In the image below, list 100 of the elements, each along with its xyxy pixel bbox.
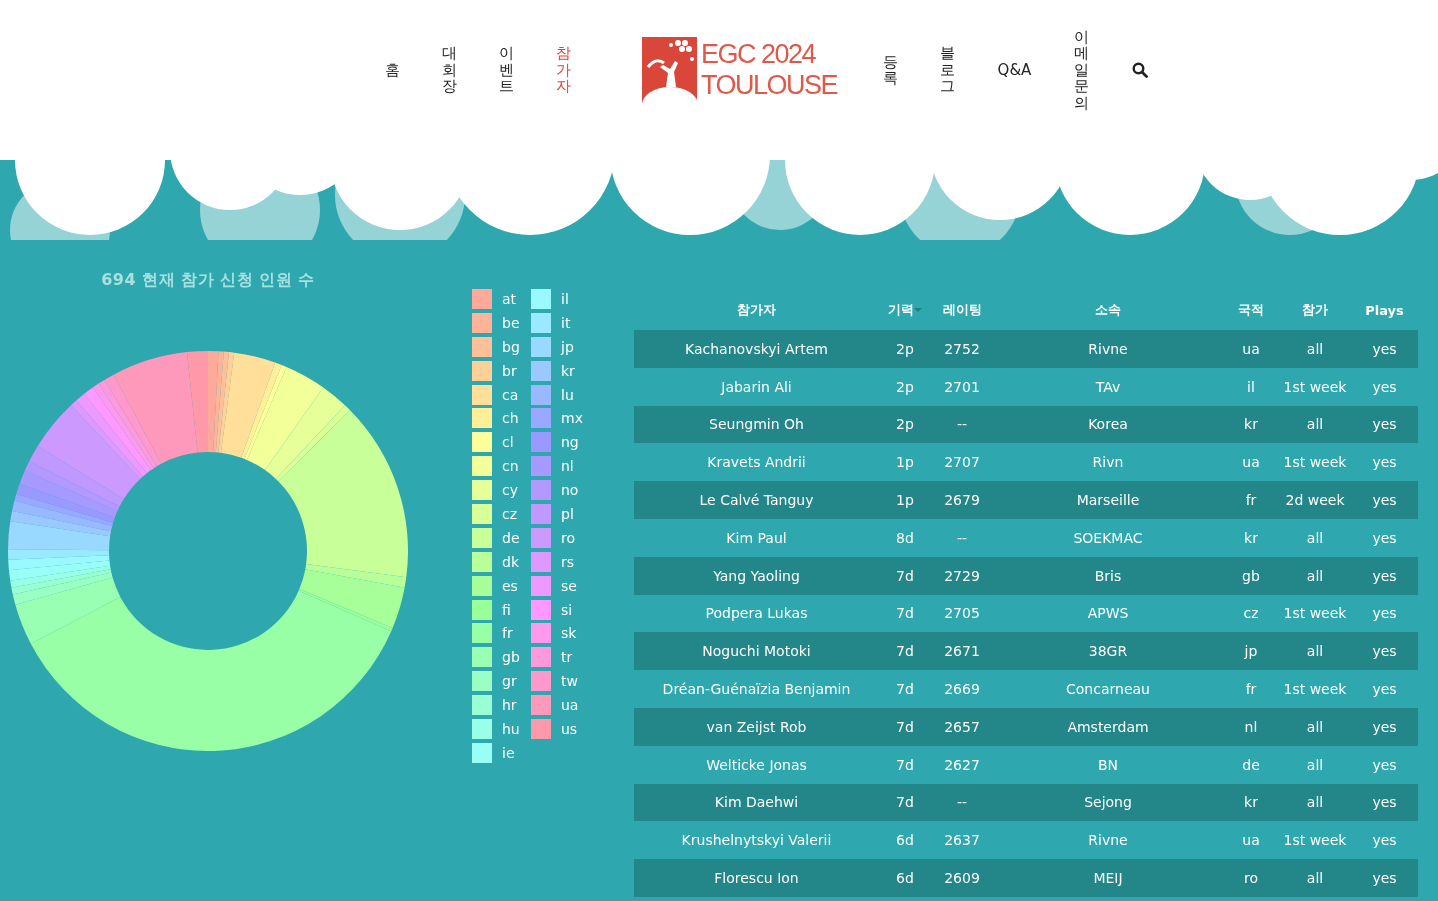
table-cell: Rivn [1092, 454, 1124, 471]
table-cell: -- [956, 529, 968, 546]
legend-label: fi [502, 601, 511, 618]
chart-title: 694 현재 참가 신청 인원 수 [101, 270, 315, 291]
table-cell: Amsterdam [1067, 718, 1149, 735]
column-header[interactable]: 기력 [888, 301, 914, 319]
table-cell: 1p [896, 454, 914, 471]
nav-link[interactable]: 블로그 [940, 45, 955, 95]
legend-label: no [561, 482, 579, 499]
table-cell: il [1247, 378, 1255, 395]
table-cell: 2669 [944, 681, 980, 698]
table-cell: 2637 [944, 832, 980, 849]
table-cell: yes [1372, 870, 1397, 887]
legend-label: cn [502, 458, 519, 475]
legend-label: nl [561, 458, 574, 475]
table-cell: Marseille [1076, 492, 1140, 509]
table-cell: 2609 [944, 870, 980, 887]
table-cell: Yang Yaoling [713, 567, 800, 584]
nav-link[interactable]: 대회장 [442, 45, 457, 95]
legend-label: be [502, 314, 520, 331]
table-cell: all [1306, 870, 1324, 887]
nav-link[interactable]: 이벤트 [499, 45, 514, 95]
table-cell: all [1306, 416, 1324, 433]
table-cell: 7d [896, 605, 914, 622]
table-cell: yes [1372, 605, 1397, 622]
nav-link[interactable]: 홈 [385, 61, 400, 79]
table-cell: fr [1245, 681, 1257, 698]
logo-subtitle: TOULOUSE [701, 70, 838, 102]
table-cell: yes [1372, 643, 1397, 660]
legend-label: ro [561, 529, 575, 546]
legend-label: ua [561, 697, 579, 714]
table-cell: -- [956, 794, 968, 811]
legend-label: es [502, 577, 518, 594]
nav-link[interactable]: 등록 [883, 53, 898, 87]
table-cell: yes [1372, 794, 1397, 811]
nav-link[interactable]: 이메일문의 [1074, 28, 1089, 112]
nav-link[interactable]: Q&A [997, 61, 1032, 79]
table-cell: 2752 [944, 340, 980, 357]
table-cell: yes [1372, 832, 1397, 849]
table-cell: ua [1242, 832, 1260, 849]
legend-label: ng [561, 434, 579, 451]
table-cell: Welticke Jonas [706, 756, 807, 773]
column-header[interactable]: Plays [1365, 302, 1404, 318]
table-cell: ro [1244, 870, 1258, 887]
table-cell: 1st week [1283, 378, 1347, 395]
legend-label: gr [502, 673, 517, 690]
legend-label: tr [561, 649, 573, 666]
legend-label: br [502, 362, 517, 379]
table-cell: yes [1372, 756, 1397, 773]
legend-label: il [561, 290, 569, 307]
legend-label: rs [561, 553, 575, 570]
legend-label: fr [502, 625, 513, 642]
table-cell: Rivne [1088, 832, 1128, 849]
table-cell: all [1306, 643, 1324, 660]
table-cell: 6d [896, 832, 914, 849]
table-cell: 7d [896, 756, 914, 773]
logo-emblem-icon [642, 37, 697, 103]
column-header[interactable]: 참가 [1302, 302, 1328, 317]
table-cell: Sejong [1084, 794, 1132, 811]
table-cell: 1p [896, 492, 914, 509]
table-cell: 2p [896, 340, 914, 357]
table-cell: 8d [896, 529, 914, 546]
table-cell: kr [1244, 416, 1258, 433]
column-header[interactable]: 소속 [1095, 302, 1121, 317]
column-header[interactable]: 레이팅 [942, 302, 982, 317]
legend-label: tw [561, 673, 578, 690]
table-cell: 7d [896, 567, 914, 584]
table-cell: 2p [896, 416, 914, 433]
column-header[interactable]: 국적 [1238, 302, 1264, 317]
table-cell: yes [1372, 718, 1397, 735]
table-cell: yes [1372, 681, 1397, 698]
table-cell: BN [1097, 756, 1119, 773]
table-cell: cz [1243, 605, 1259, 622]
table-cell: Concarneau [1066, 681, 1150, 698]
legend-label: ie [502, 744, 515, 761]
table-cell: nl [1244, 718, 1258, 735]
table-cell: 38GR [1088, 643, 1128, 660]
legend-label: it [561, 314, 571, 331]
legend-label: kr [561, 362, 575, 379]
search-icon[interactable] [1131, 62, 1148, 78]
table-cell: Le Calvé Tanguy [699, 492, 814, 509]
table-cell: Kachanovskyi Artem [685, 340, 828, 357]
legend-label: gb [502, 649, 520, 666]
table-cell: 2701 [944, 378, 980, 395]
table-cell: 7d [896, 718, 914, 735]
table-cell: kr [1244, 529, 1258, 546]
table-cell: kr [1244, 794, 1258, 811]
table-cell: Korea [1088, 416, 1128, 433]
legend-label: ca [502, 386, 519, 403]
table-cell: all [1306, 718, 1324, 735]
column-header[interactable]: 참가자 [737, 302, 776, 317]
table-cell: 1st week [1283, 605, 1347, 622]
legend-label: dk [502, 553, 519, 570]
nav-link[interactable]: 참가자 [556, 45, 571, 95]
legend-label: bg [502, 338, 520, 355]
table-cell: yes [1372, 416, 1397, 433]
table-cell: yes [1372, 454, 1397, 471]
table-cell: yes [1372, 567, 1397, 584]
table-cell: gb [1242, 567, 1260, 584]
table-cell: yes [1372, 340, 1397, 357]
